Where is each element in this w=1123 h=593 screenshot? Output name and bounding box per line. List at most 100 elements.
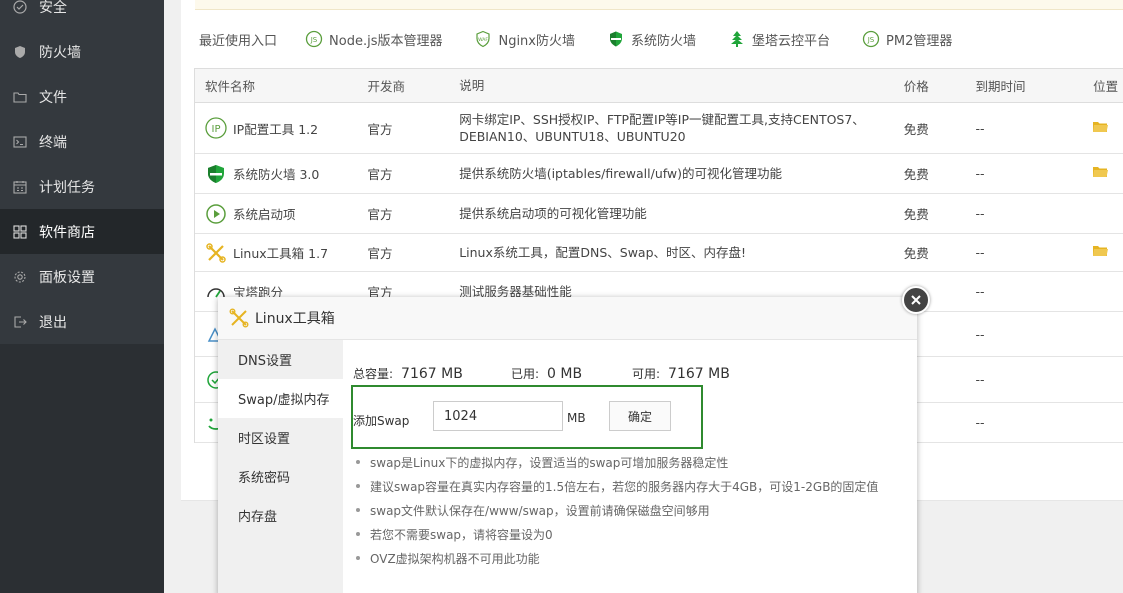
software-desc: 网卡绑定IP、SSH授权IP、FTP配置IP等IP一键配置工具,支持CENTOS… <box>459 112 865 144</box>
folder-icon <box>13 90 27 104</box>
swap-label: 添加Swap <box>353 414 410 428</box>
tab-dns[interactable]: DNS设置 <box>218 340 343 379</box>
software-expiry: -- <box>975 245 985 260</box>
calendar-icon <box>13 180 27 194</box>
nodejs-icon: JS <box>305 30 323 48</box>
swap-size-input[interactable] <box>433 401 563 431</box>
recent-item-label: Nginx防火墙 <box>498 33 575 49</box>
shield-icon <box>13 45 27 59</box>
software-price: 免费 <box>903 246 929 261</box>
logout-icon <box>13 315 27 329</box>
software-name[interactable]: IP配置工具 1.2 <box>233 119 318 138</box>
col-header-dev: 开发商 <box>367 79 405 94</box>
shield-check-icon <box>13 0 27 14</box>
swap-form: 添加Swap MB 确定 <box>351 385 703 449</box>
table-row[interactable]: Linux工具箱 1.7 官方 Linux系统工具，配置DNS、Swap、时区、… <box>195 234 1123 272</box>
recent-entries: 最近使用入口 JS Node.js版本管理器 WAF Nginx防火墙 系统防火… <box>199 28 984 50</box>
tools-icon <box>229 308 249 328</box>
recent-item-nginx-waf[interactable]: WAF Nginx防火墙 <box>474 30 575 49</box>
folder-icon[interactable] <box>1093 121 1109 136</box>
shield-icon <box>205 163 227 185</box>
gear-icon <box>13 270 27 284</box>
software-desc: Linux系统工具，配置DNS、Swap、时区、内存盘! <box>459 245 747 260</box>
software-expiry: -- <box>975 206 985 221</box>
table-row[interactable]: IP IP配置工具 1.2 官方 网卡绑定IP、SSH授权IP、FTP配置IP等… <box>195 103 1123 154</box>
sidebar-item-cron[interactable]: 计划任务 <box>0 164 164 209</box>
folder-icon[interactable] <box>1093 245 1109 260</box>
table-header: 软件名称 开发商 说明 价格 到期时间 位置 <box>195 69 1123 103</box>
software-name[interactable]: Linux工具箱 1.7 <box>233 243 328 262</box>
svg-text:JS: JS <box>867 36 875 44</box>
swap-unit: MB <box>567 411 586 425</box>
col-header-price[interactable]: 价格 <box>894 76 966 95</box>
sidebar-item-terminal[interactable]: 终端 <box>0 119 164 164</box>
recent-item-label: 系统防火墙 <box>631 33 697 49</box>
ip-config-icon: IP <box>205 117 227 139</box>
software-expiry: -- <box>975 166 985 181</box>
sidebar-item-files[interactable]: 文件 <box>0 74 164 119</box>
col-header-name[interactable]: 软件名称 <box>195 76 357 95</box>
software-expiry: -- <box>975 326 985 342</box>
svg-text:WAF: WAF <box>479 37 489 43</box>
sidebar-item-settings[interactable]: 面板设置 <box>0 254 164 299</box>
recent-item-pm2[interactable]: JS PM2管理器 <box>862 30 952 49</box>
software-expiry: -- <box>975 284 985 299</box>
table-row[interactable]: 系统启动项 官方 提供系统启动项的可视化管理功能 免费 -- <box>195 194 1123 234</box>
sidebar-item-label: 计划任务 <box>39 179 95 196</box>
col-header-pos: 位置 <box>1093 79 1119 94</box>
tab-timezone[interactable]: 时区设置 <box>218 418 343 457</box>
recent-item-label: PM2管理器 <box>886 33 953 49</box>
recent-item-label: Node.js版本管理器 <box>329 33 443 49</box>
terminal-icon <box>13 135 27 149</box>
sidebar-item-security[interactable]: 安全 <box>0 0 164 29</box>
sidebar-item-store[interactable]: 软件商店 <box>0 209 164 254</box>
used-value: 0 MB <box>547 366 583 382</box>
software-name[interactable]: 系统启动项 <box>233 204 296 223</box>
sidebar-item-label: 软件商店 <box>39 224 95 241</box>
shield-icon <box>607 30 625 48</box>
swap-stats: 总容量: 7167 MB 已用: 0 MB 可用: 7167 MB <box>353 365 730 382</box>
tip-item: 若您不需要swap，请将容量设为0 <box>353 522 878 546</box>
sidebar-item-label: 面板设置 <box>39 269 95 286</box>
recent-item-cloud-control[interactable]: 堡塔云控平台 <box>728 30 830 49</box>
tab-ramdisk[interactable]: 内存盘 <box>218 496 343 535</box>
software-name[interactable]: 系统防火墙 3.0 <box>233 164 319 183</box>
close-icon <box>910 294 922 306</box>
col-header-expiry[interactable]: 到期时间 <box>965 76 1083 95</box>
dialog-tabs: DNS设置 Swap/虚拟内存 时区设置 系统密码 内存盘 <box>218 340 343 593</box>
recent-item-nodejs[interactable]: JS Node.js版本管理器 <box>305 30 442 49</box>
total-value: 7167 MB <box>401 366 463 382</box>
notice-bar <box>195 0 1123 10</box>
avail-value: 7167 MB <box>668 366 730 382</box>
sidebar-item-label: 防火墙 <box>39 44 81 61</box>
recent-item-label: 堡塔云控平台 <box>752 33 831 49</box>
avail-label: 可用: <box>632 367 661 381</box>
sidebar-item-firewall[interactable]: 防火墙 <box>0 29 164 74</box>
confirm-button[interactable]: 确定 <box>609 401 671 431</box>
software-price: 免费 <box>903 167 929 182</box>
table-row[interactable]: 系统防火墙 3.0 官方 提供系统防火墙(iptables/firewall/u… <box>195 154 1123 194</box>
total-label: 总容量: <box>353 367 394 381</box>
tip-item: OVZ虚拟架构机器不可用此功能 <box>353 546 878 570</box>
tree-icon <box>728 30 746 48</box>
dialog-title: Linux工具箱 <box>255 311 335 327</box>
recent-label: 最近使用入口 <box>199 33 278 49</box>
play-circle-icon <box>205 203 227 225</box>
tab-password[interactable]: 系统密码 <box>218 457 343 496</box>
dialog-titlebar[interactable]: Linux工具箱 <box>218 297 917 340</box>
waf-icon: WAF <box>474 30 492 48</box>
used-label: 已用: <box>511 367 540 381</box>
sidebar-item-label: 退出 <box>39 314 67 331</box>
tab-swap[interactable]: Swap/虚拟内存 <box>218 379 343 418</box>
recent-item-firewall[interactable]: 系统防火墙 <box>607 30 696 49</box>
col-header-desc: 说明 <box>459 78 485 93</box>
swap-tips: swap是Linux下的虚拟内存，设置适当的swap可增加服务器稳定性 建议sw… <box>353 450 878 570</box>
close-dialog-button[interactable] <box>902 286 930 314</box>
software-expiry: -- <box>975 415 985 430</box>
software-dev: 官方 <box>367 207 393 222</box>
software-dev: 官方 <box>367 121 393 137</box>
tip-item: swap是Linux下的虚拟内存，设置适当的swap可增加服务器稳定性 <box>353 450 878 474</box>
folder-icon[interactable] <box>1093 166 1109 181</box>
sidebar-item-logout[interactable]: 退出 <box>0 299 164 344</box>
sidebar: 安全 防火墙 文件 终端 计划任务 软件商店 面板设置 退出 <box>0 0 164 593</box>
